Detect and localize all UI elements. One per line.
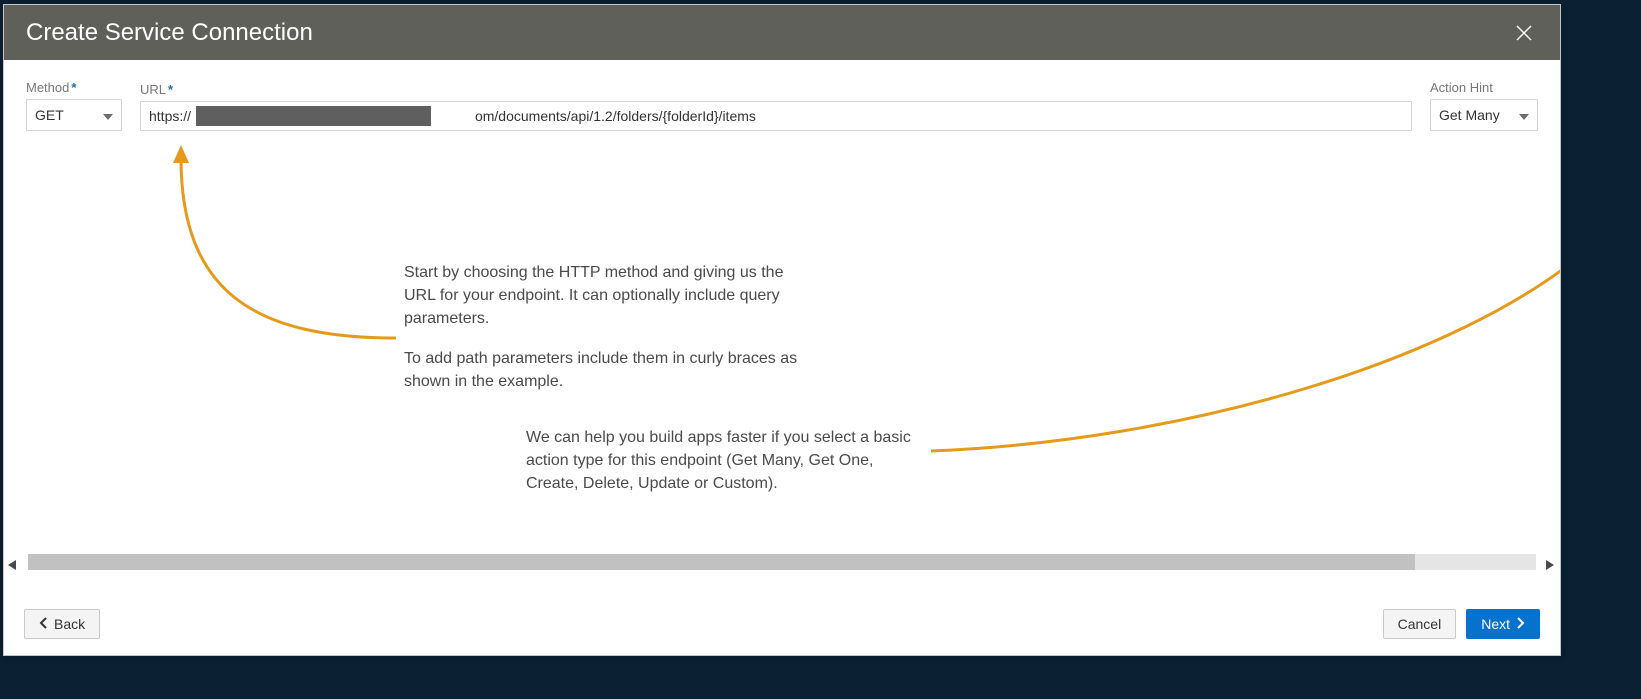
scrollbar-thumb[interactable]: [28, 554, 1415, 570]
dialog-content: Method* GET URL* Action Hint: [4, 60, 1560, 531]
cancel-button[interactable]: Cancel: [1383, 609, 1457, 639]
help-area: Start by choosing the HTTP method and gi…: [26, 131, 1538, 531]
scroll-right-icon[interactable]: [1546, 557, 1556, 567]
action-hint-label: Action Hint: [1430, 80, 1538, 95]
help-text-action-hint: We can help you build apps faster if you…: [526, 426, 916, 496]
endpoint-form-row: Method* GET URL* Action Hint: [26, 80, 1538, 131]
cancel-button-label: Cancel: [1398, 616, 1442, 632]
chevron-right-icon: [1516, 616, 1525, 632]
action-hint-field: Action Hint Get Many: [1430, 80, 1538, 131]
dialog-titlebar: Create Service Connection: [4, 5, 1560, 60]
dialog-footer: Back Cancel Next: [4, 595, 1560, 655]
close-icon[interactable]: [1510, 19, 1538, 47]
arrow-to-method-icon: [146, 143, 406, 353]
next-button[interactable]: Next: [1466, 609, 1540, 639]
method-value: GET: [35, 107, 64, 123]
horizontal-scrollbar[interactable]: [8, 553, 1556, 571]
method-field: Method* GET: [26, 80, 122, 131]
back-button-label: Back: [54, 616, 85, 632]
help-text-method-url: Start by choosing the HTTP method and gi…: [404, 261, 814, 409]
action-hint-value: Get Many: [1439, 107, 1500, 123]
chevron-left-icon: [39, 616, 48, 632]
next-button-label: Next: [1481, 616, 1510, 632]
arrow-to-action-hint-icon: [926, 251, 1561, 471]
caret-down-icon: [1519, 107, 1529, 123]
scrollbar-track[interactable]: [28, 554, 1536, 570]
redacted-host-segment: [196, 106, 431, 126]
url-label: URL*: [140, 82, 1412, 97]
caret-down-icon: [103, 107, 113, 123]
url-field: URL*: [140, 82, 1412, 131]
action-hint-select[interactable]: Get Many: [1430, 99, 1538, 131]
method-select[interactable]: GET: [26, 99, 122, 131]
create-service-connection-dialog: Create Service Connection Method* GET: [3, 4, 1561, 656]
method-label: Method*: [26, 80, 122, 95]
dialog-title: Create Service Connection: [26, 19, 313, 47]
back-button[interactable]: Back: [24, 609, 100, 639]
scroll-left-icon[interactable]: [8, 557, 18, 567]
